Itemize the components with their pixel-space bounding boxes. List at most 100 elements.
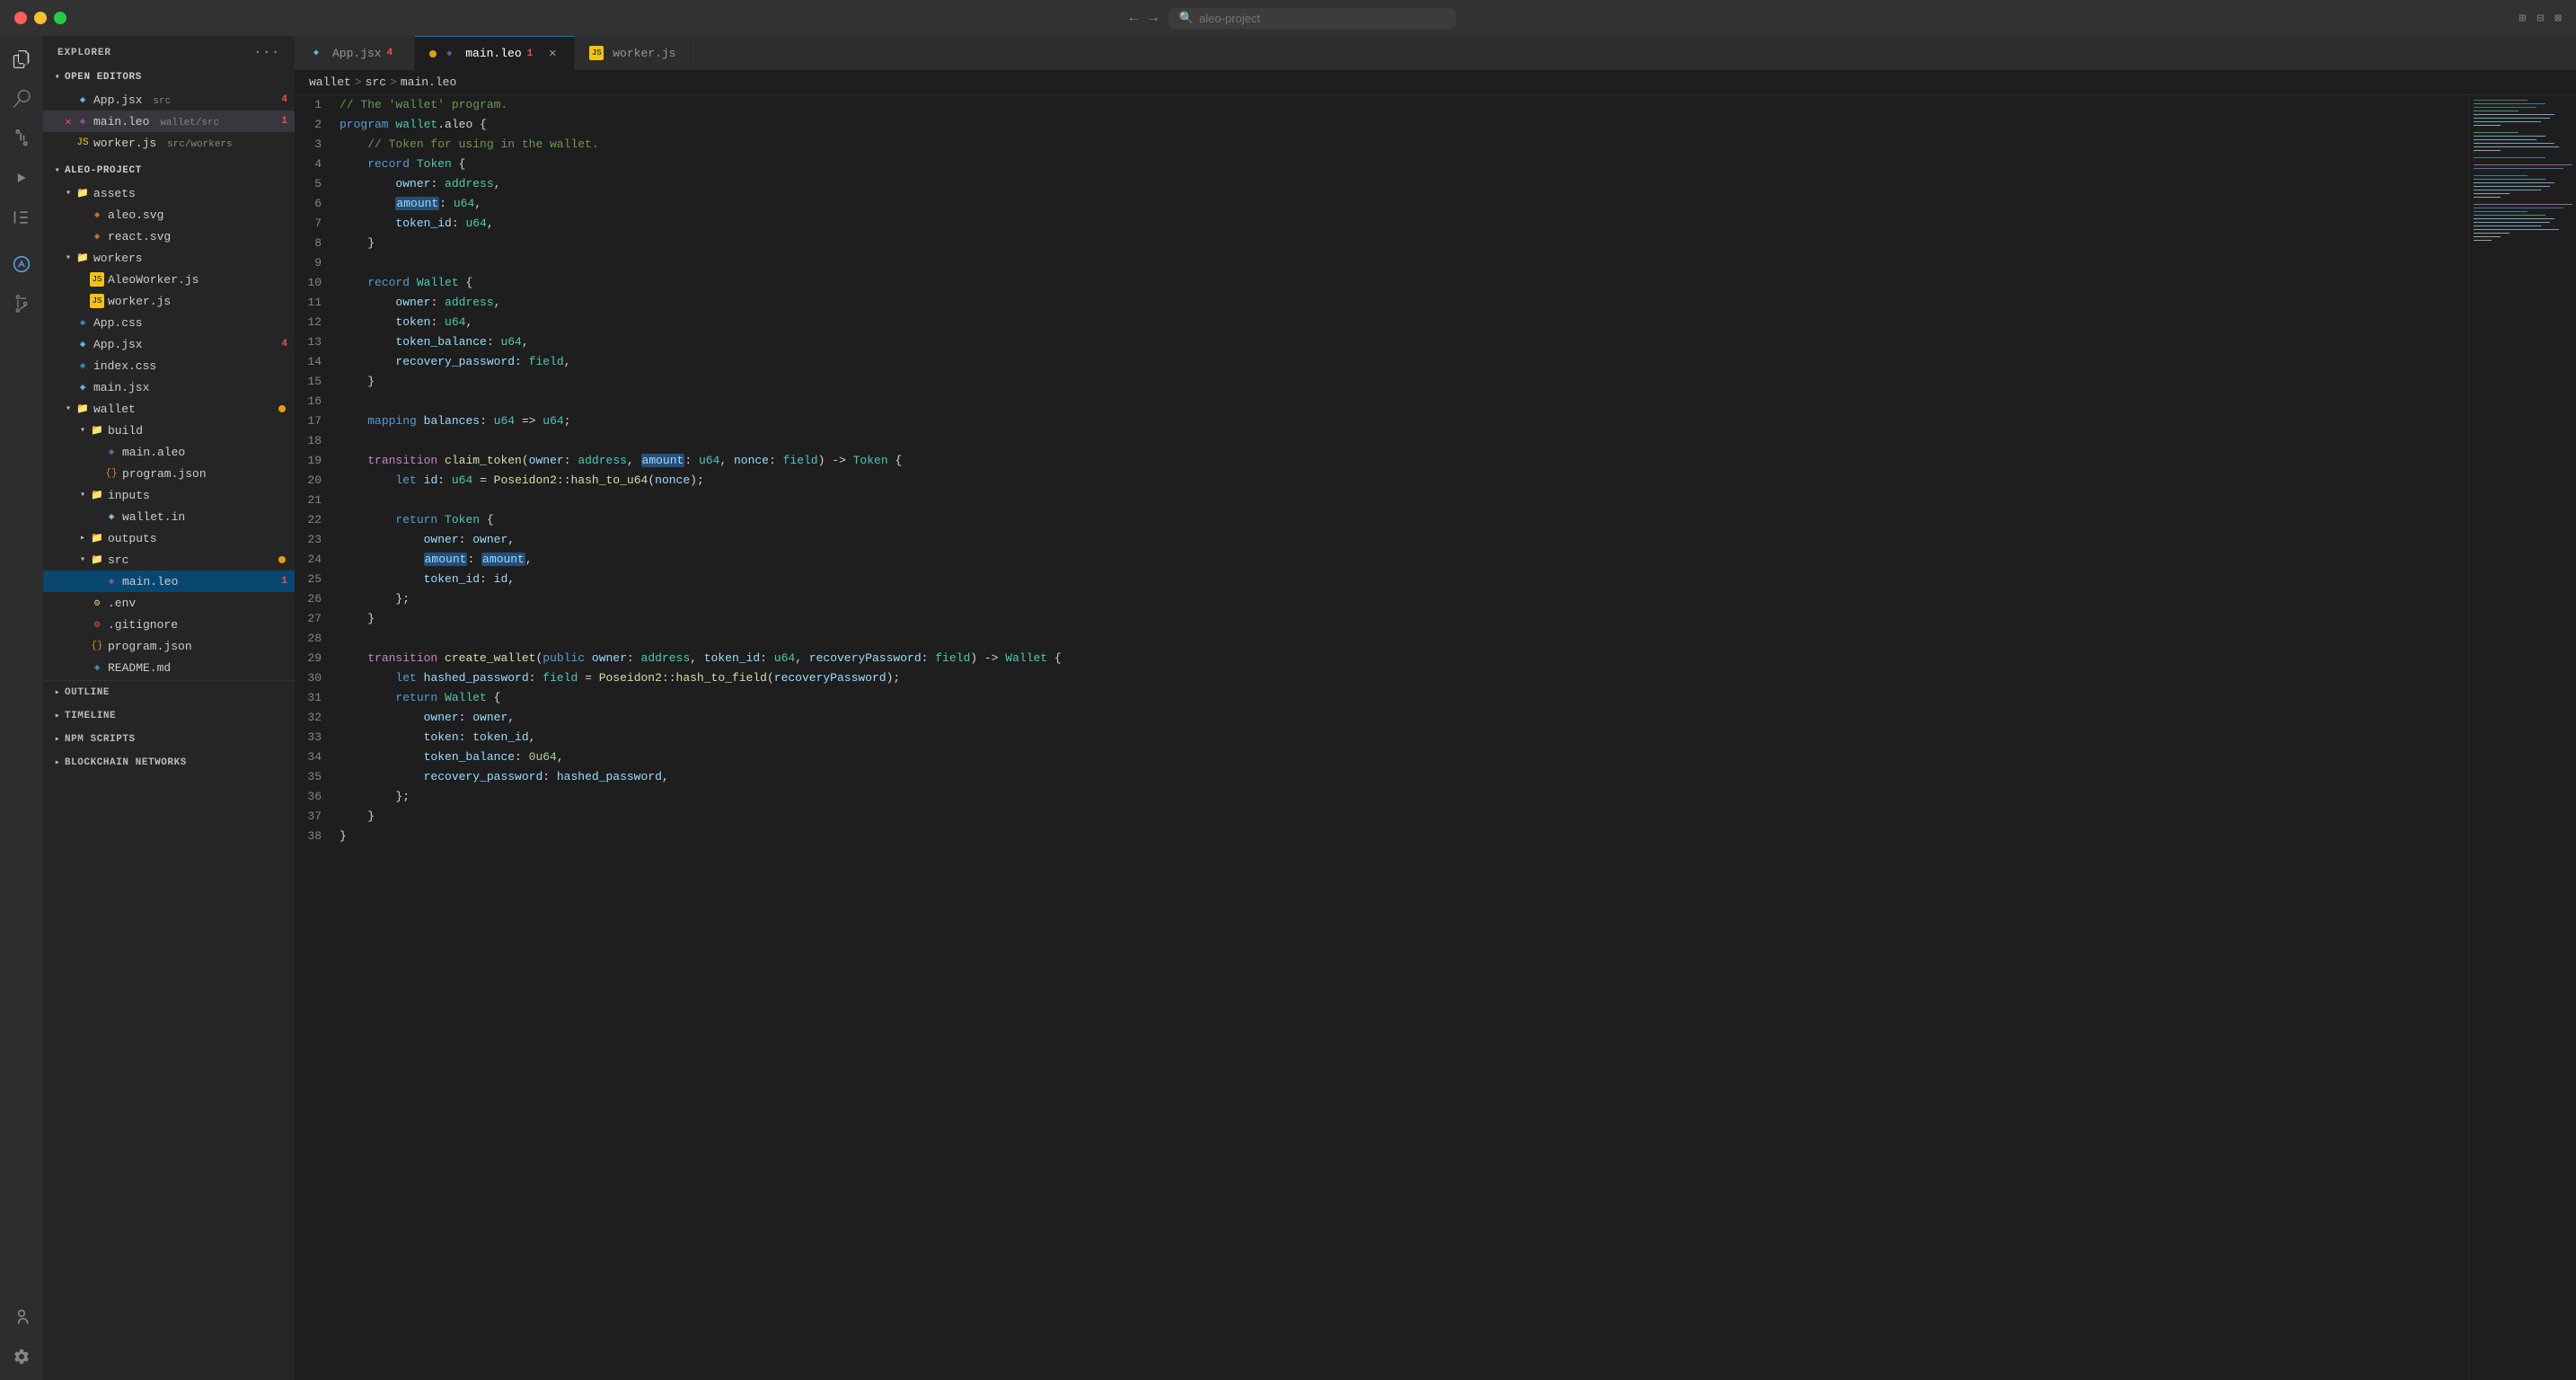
sidebar-item-src[interactable]: 📁 src [43, 549, 295, 571]
file-label: program.json [122, 467, 207, 481]
sidebar-item-env[interactable]: ⚙ .env [43, 592, 295, 614]
search-input[interactable] [1199, 12, 1445, 25]
timeline-header[interactable]: TIMELINE [43, 704, 295, 728]
accounts-icon[interactable] [5, 1301, 38, 1333]
open-file-main-leo[interactable]: ✕ ◈ main.leo wallet/src 1 [43, 111, 295, 132]
sidebar-item-program-json[interactable]: {} program.json [43, 635, 295, 657]
build-arrow [75, 423, 90, 438]
git-icon[interactable] [5, 288, 38, 320]
tab-worker-js[interactable]: JS worker.js [575, 36, 691, 70]
file-label: AleoWorker.js [108, 273, 198, 287]
breadcrumb-wallet[interactable]: wallet [309, 75, 351, 89]
file-label: react.svg [108, 230, 171, 243]
sidebar-item-main-leo[interactable]: ◈ main.leo 1 [43, 571, 295, 592]
back-arrow-icon[interactable]: ← [1130, 10, 1139, 26]
line-num: 1 [295, 95, 340, 115]
run-icon[interactable] [5, 162, 38, 194]
sidebar-item-build[interactable]: 📁 build [43, 420, 295, 441]
outline-header[interactable]: OUTLINE [43, 681, 295, 704]
folder-icon: 📁 [90, 553, 104, 567]
code-line-30: 30 let hashed_password: field = Poseidon… [295, 668, 2468, 688]
sidebar-item-wallet-in[interactable]: ◈ wallet.in [43, 506, 295, 527]
sidebar-item-outputs[interactable]: 📁 outputs [43, 527, 295, 549]
grid-icon[interactable]: ⊠ [2554, 12, 2562, 25]
source-control-icon[interactable] [5, 122, 38, 155]
breadcrumb-src[interactable]: src [366, 75, 386, 89]
maximize-button[interactable] [54, 12, 66, 24]
explorer-icon[interactable] [5, 43, 38, 75]
open-editors-section: OPEN EDITORS ◈ App.jsx src 4 ✕ ◈ main.le… [43, 66, 295, 157]
project-tree: ALEO-PROJECT 📁 assets ◈ aleo.svg ◈ react… [43, 159, 295, 678]
open-editors-header[interactable]: OPEN EDITORS [43, 66, 295, 89]
minimize-button[interactable] [34, 12, 47, 24]
blockchain-header[interactable]: BLOCKCHAIN NETWORKS [43, 751, 295, 774]
search-activity-icon[interactable] [5, 83, 38, 115]
line-num: 34 [295, 748, 340, 767]
line-content: token_balance: 0u64, [340, 748, 564, 767]
sidebar-item-program-json-build[interactable]: {} program.json [43, 463, 295, 484]
sidebar-item-app-jsx[interactable]: ◈ App.jsx 4 [43, 333, 295, 355]
npm-arrow [50, 732, 65, 747]
line-num: 31 [295, 688, 340, 708]
code-line-38: 38 } [295, 827, 2468, 846]
breadcrumb-file[interactable]: main.leo [401, 75, 456, 89]
tab-leo-icon: ◈ [442, 47, 456, 61]
split-icon[interactable]: ⊟ [2536, 12, 2544, 25]
sidebar-item-readme[interactable]: ◈ README.md [43, 657, 295, 678]
line-content: } [340, 807, 375, 827]
line-content: record Token { [340, 155, 465, 174]
sidebar-item-aleoworker[interactable]: JS AleoWorker.js [43, 269, 295, 290]
sidebar-item-main-aleo[interactable]: ◈ main.aleo [43, 441, 295, 463]
src-arrow [75, 553, 90, 567]
assets-arrow [61, 186, 75, 200]
sidebar-item-app-css[interactable]: ◈ App.css [43, 312, 295, 333]
sidebar-item-react-svg[interactable]: ◈ react.svg [43, 226, 295, 247]
layout-icon[interactable]: ⊞ [2519, 12, 2527, 25]
code-editor[interactable]: 1 // The 'wallet' program. 2 program wal… [295, 95, 2468, 1380]
search-bar[interactable]: 🔍 [1169, 8, 1456, 29]
sidebar-item-main-jsx[interactable]: ◈ main.jsx [43, 376, 295, 398]
sidebar-item-worker-js[interactable]: JS worker.js [43, 290, 295, 312]
open-file-worker-js[interactable]: JS worker.js src/workers [43, 132, 295, 154]
code-area: 1 // The 'wallet' program. 2 program wal… [295, 95, 2468, 1380]
forward-arrow-icon[interactable]: → [1149, 10, 1158, 26]
close-button[interactable] [14, 12, 27, 24]
tab-close-icon[interactable]: ✕ [545, 47, 560, 61]
line-num: 21 [295, 491, 340, 510]
line-content: program wallet.aleo { [340, 115, 487, 135]
extensions-icon[interactable] [5, 201, 38, 234]
wallet-arrow [61, 402, 75, 416]
sidebar-more-icon[interactable]: ··· [253, 45, 280, 60]
code-line-19: 19 transition claim_token(owner: address… [295, 451, 2468, 471]
explorer-header: EXPLORER ··· [43, 36, 295, 66]
line-content: amount: u64, [340, 194, 481, 214]
sidebar-item-aleo-svg[interactable]: ◈ aleo.svg [43, 204, 295, 226]
badge-1: 1 [281, 116, 287, 127]
search-icon: 🔍 [1179, 12, 1194, 25]
line-num: 4 [295, 155, 340, 174]
sidebar-item-assets[interactable]: 📁 assets [43, 182, 295, 204]
line-num: 14 [295, 352, 340, 372]
line-content: token_balance: u64, [340, 332, 529, 352]
sidebar-item-inputs[interactable]: 📁 inputs [43, 484, 295, 506]
env-icon: ⚙ [90, 596, 104, 610]
open-file-app-jsx[interactable]: ◈ App.jsx src 4 [43, 89, 295, 111]
line-num: 26 [295, 589, 340, 609]
npm-scripts-header[interactable]: NPM SCRIPTS [43, 728, 295, 751]
tab-main-leo[interactable]: ◈ main.leo 1 ✕ [415, 36, 575, 70]
tab-app-jsx[interactable]: ◈ App.jsx 4 [295, 36, 415, 70]
line-content: recovery_password: field, [340, 352, 570, 372]
file-label: main.leo wallet/src [93, 115, 219, 128]
project-header[interactable]: ALEO-PROJECT [43, 159, 295, 182]
line-num: 32 [295, 708, 340, 728]
sidebar-item-index-css[interactable]: ◈ index.css [43, 355, 295, 376]
line-content: // The 'wallet' program. [340, 95, 507, 115]
sidebar-item-workers[interactable]: 📁 workers [43, 247, 295, 269]
settings-icon[interactable] [5, 1340, 38, 1373]
aleo-icon[interactable] [5, 248, 38, 280]
project-arrow [50, 164, 65, 178]
sidebar-item-gitignore[interactable]: ⚙ .gitignore [43, 614, 295, 635]
sidebar-item-wallet[interactable]: 📁 wallet [43, 398, 295, 420]
dirty-icon: ✕ [61, 115, 75, 128]
folder-label: inputs [108, 489, 150, 502]
